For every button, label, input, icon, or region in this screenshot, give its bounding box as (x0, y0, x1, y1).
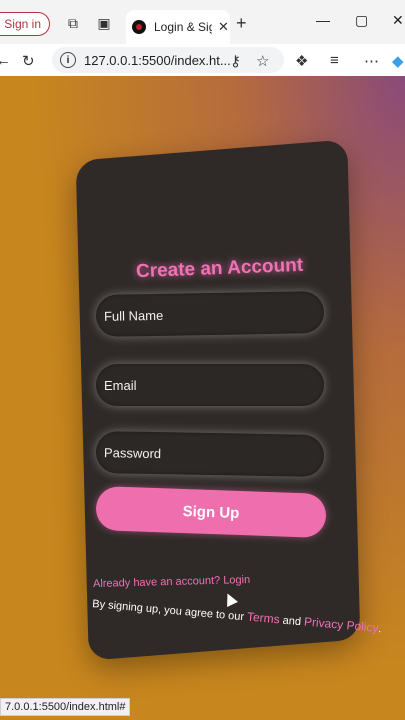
terms-and: and (282, 614, 302, 629)
maximize-icon[interactable]: ▢ (355, 12, 368, 29)
site-info-icon[interactable]: i (60, 52, 76, 68)
address-row: ← ↻ i 127.0.0.1:5500/index.ht... ⚷ ☆ ❖ ≡… (0, 44, 405, 77)
page-viewport: Create an Account Sign Up Already have a… (0, 76, 405, 720)
key-icon[interactable]: ⚷ (230, 52, 241, 70)
refresh-icon[interactable]: ↻ (22, 52, 35, 70)
copilot-icon[interactable]: ◆ (392, 52, 404, 70)
address-bar[interactable]: i 127.0.0.1:5500/index.ht... (52, 47, 284, 73)
terms-link[interactable]: Terms (247, 610, 281, 627)
address-url: 127.0.0.1:5500/index.ht... (84, 52, 231, 68)
extensions-icon[interactable]: ❖ (295, 52, 308, 70)
tab-bar: Sign in ⧉ ▣ Login & Sign ✕ + — ▢ ✕ (0, 0, 405, 44)
status-bar-url: 7.0.0.1:5500/index.html# (0, 698, 131, 716)
terms-suffix: . (377, 623, 382, 636)
favorite-star-icon[interactable]: ☆ (256, 52, 269, 70)
minimize-icon[interactable]: — (316, 12, 330, 28)
back-icon[interactable]: ← (0, 52, 11, 69)
sign-in-button[interactable]: Sign in (0, 12, 50, 36)
site-favicon-icon (132, 20, 146, 34)
password-input[interactable] (95, 431, 325, 477)
tab-login-signup[interactable]: Login & Sign ✕ (126, 10, 230, 44)
fullname-input[interactable] (95, 291, 325, 337)
email-input[interactable] (96, 364, 324, 406)
tab-actions-icon[interactable]: ▣ (95, 14, 113, 32)
close-tab-icon[interactable]: ✕ (218, 19, 229, 35)
close-window-icon[interactable]: ✕ (392, 12, 404, 29)
new-tab-icon[interactable]: + (236, 13, 247, 34)
more-menu-icon[interactable]: ⋯ (364, 52, 379, 70)
sign-up-button[interactable]: Sign Up (95, 485, 327, 538)
collections-icon[interactable]: ≡ (330, 52, 339, 69)
browser-chrome: Sign in ⧉ ▣ Login & Sign ✕ + — ▢ ✕ ← ↻ i… (0, 0, 405, 77)
sign-in-label: Sign in (4, 17, 41, 31)
tab-title: Login & Sign (154, 20, 212, 34)
workspaces-icon[interactable]: ⧉ (64, 14, 82, 32)
